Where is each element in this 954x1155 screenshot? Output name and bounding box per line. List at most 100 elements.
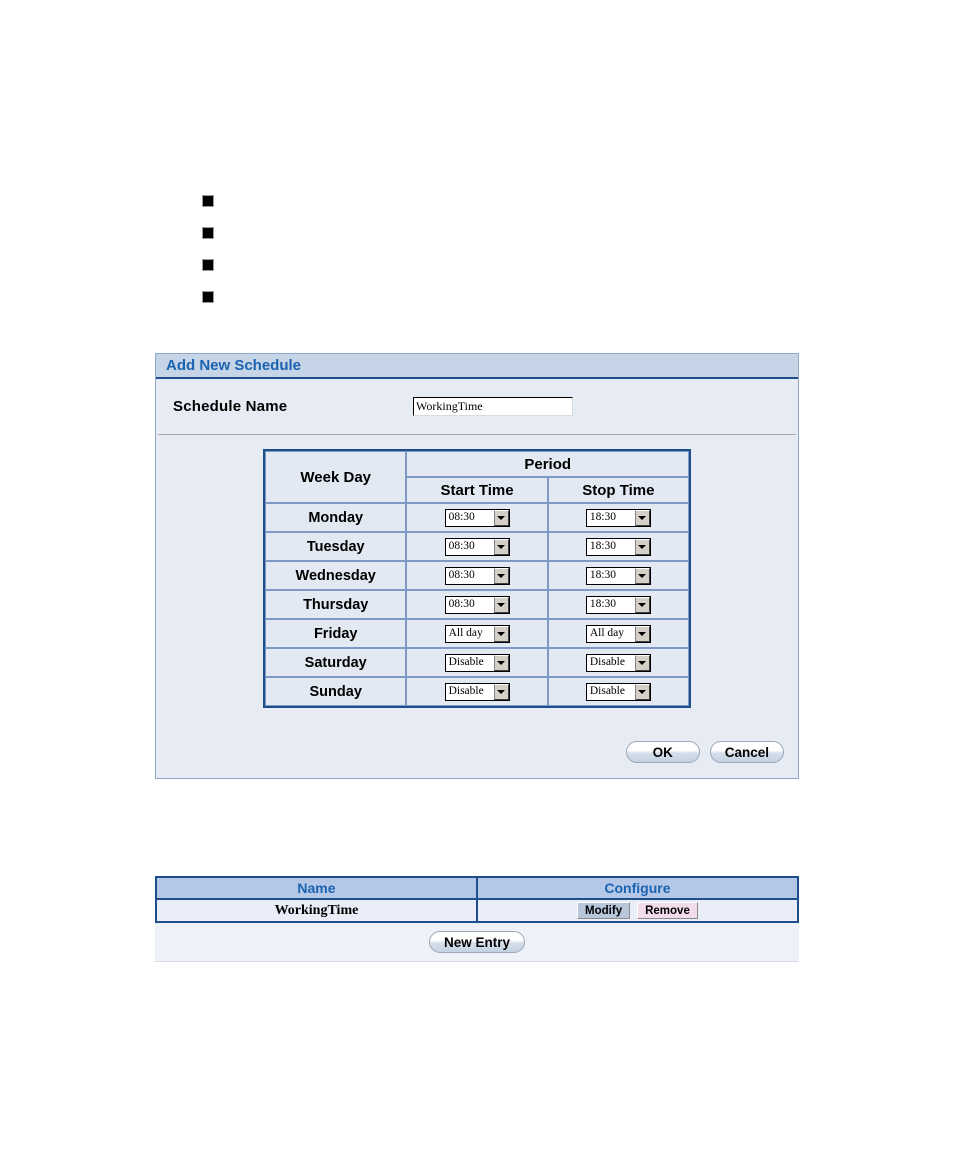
stop-time-cell-wednesday: 18:30 (547, 561, 689, 590)
stop-time-select-sunday[interactable]: Disable (585, 682, 651, 701)
schedule-name-label: Schedule Name (173, 398, 288, 415)
stop-time-cell-tuesday: 18:30 (547, 532, 689, 561)
panel-body: Schedule Name Week Day Period Start Time… (156, 379, 798, 726)
table-header-row: Week Day Period (265, 451, 689, 503)
remove-button[interactable]: Remove (637, 902, 698, 919)
stop-time-cell-friday: All day (547, 619, 689, 648)
chevron-down-icon[interactable] (634, 625, 650, 642)
page-root: Add New Schedule Schedule Name Week Day … (0, 0, 954, 1155)
table-row: Wednesday 08:30 18:30 (265, 561, 689, 590)
week-table-wrapper: Week Day Period Start Time Stop Time Mon… (156, 435, 798, 726)
select-value: 08:30 (445, 509, 494, 526)
list-footer: New Entry (155, 923, 799, 962)
chevron-down-icon[interactable] (493, 567, 509, 584)
schedule-name-input[interactable] (413, 397, 573, 416)
schedule-list-panel: Name Configure WorkingTime Modify Remove… (155, 876, 800, 962)
header-stop-time: Stop Time (547, 477, 689, 503)
start-time-cell-tuesday: 08:30 (406, 532, 548, 561)
select-value: 08:30 (445, 538, 494, 555)
table-row: Sunday Disable Disable (265, 677, 689, 706)
square-bullet-icon (202, 227, 214, 239)
chevron-down-icon[interactable] (493, 596, 509, 613)
select-value: 18:30 (586, 596, 635, 613)
panel-title: Add New Schedule (156, 354, 798, 379)
select-value: Disable (586, 654, 635, 671)
list-item (202, 185, 228, 217)
square-bullet-icon (202, 291, 214, 303)
add-new-schedule-panel: Add New Schedule Schedule Name Week Day … (155, 353, 799, 779)
chevron-down-icon[interactable] (493, 538, 509, 555)
start-time-select-saturday[interactable]: Disable (444, 653, 510, 672)
start-time-cell-monday: 08:30 (406, 503, 548, 532)
start-time-select-thursday[interactable]: 08:30 (444, 595, 510, 614)
start-time-cell-saturday: Disable (406, 648, 548, 677)
ok-button[interactable]: OK (625, 741, 700, 763)
list-cell-name: WorkingTime (155, 898, 478, 923)
header-start-time: Start Time (406, 477, 548, 503)
stop-time-select-tuesday[interactable]: 18:30 (585, 537, 651, 556)
select-value: 18:30 (586, 509, 635, 526)
table-row: Friday All day All day (265, 619, 689, 648)
chevron-down-icon[interactable] (634, 596, 650, 613)
day-label-tuesday: Tuesday (265, 532, 407, 561)
day-label-sunday: Sunday (265, 677, 407, 706)
stop-time-cell-thursday: 18:30 (547, 590, 689, 619)
select-value: All day (445, 625, 494, 642)
week-schedule-table: Week Day Period Start Time Stop Time Mon… (263, 449, 691, 708)
panel-footer: OK Cancel (156, 726, 798, 778)
header-weekday: Week Day (265, 451, 407, 503)
bullet-list (202, 185, 228, 313)
table-row: WorkingTime Modify Remove (155, 898, 800, 923)
select-value: 18:30 (586, 538, 635, 555)
square-bullet-icon (202, 195, 214, 207)
schedule-list-table: Name Configure WorkingTime Modify Remove (155, 876, 800, 923)
start-time-select-sunday[interactable]: Disable (444, 682, 510, 701)
stop-time-cell-monday: 18:30 (547, 503, 689, 532)
day-label-wednesday: Wednesday (265, 561, 407, 590)
cancel-button[interactable]: Cancel (709, 741, 784, 763)
chevron-down-icon[interactable] (493, 683, 509, 700)
select-value: 08:30 (445, 596, 494, 613)
day-label-thursday: Thursday (265, 590, 407, 619)
select-value: 08:30 (445, 567, 494, 584)
stop-time-cell-saturday: Disable (547, 648, 689, 677)
start-time-select-wednesday[interactable]: 08:30 (444, 566, 510, 585)
chevron-down-icon[interactable] (634, 683, 650, 700)
chevron-down-icon[interactable] (634, 509, 650, 526)
table-row: Saturday Disable Disable (265, 648, 689, 677)
chevron-down-icon[interactable] (493, 509, 509, 526)
start-time-select-friday[interactable]: All day (444, 624, 510, 643)
start-time-select-monday[interactable]: 08:30 (444, 508, 510, 527)
stop-time-select-thursday[interactable]: 18:30 (585, 595, 651, 614)
start-time-cell-friday: All day (406, 619, 548, 648)
list-header-name: Name (155, 876, 478, 900)
list-item (202, 217, 228, 249)
select-value: Disable (445, 654, 494, 671)
stop-time-select-monday[interactable]: 18:30 (585, 508, 651, 527)
day-label-saturday: Saturday (265, 648, 407, 677)
list-cell-configure: Modify Remove (475, 898, 800, 923)
stop-time-select-saturday[interactable]: Disable (585, 653, 651, 672)
new-entry-button[interactable]: New Entry (428, 931, 526, 953)
day-label-friday: Friday (265, 619, 407, 648)
list-item (202, 281, 228, 313)
stop-time-select-wednesday[interactable]: 18:30 (585, 566, 651, 585)
stop-time-select-friday[interactable]: All day (585, 624, 651, 643)
chevron-down-icon[interactable] (493, 654, 509, 671)
table-row: Thursday 08:30 18:30 (265, 590, 689, 619)
square-bullet-icon (202, 259, 214, 271)
start-time-select-tuesday[interactable]: 08:30 (444, 537, 510, 556)
start-time-cell-wednesday: 08:30 (406, 561, 548, 590)
table-header-row: Name Configure (155, 876, 800, 900)
select-value: 18:30 (586, 567, 635, 584)
list-item (202, 249, 228, 281)
chevron-down-icon[interactable] (634, 654, 650, 671)
select-value: Disable (445, 683, 494, 700)
table-row: Monday 08:30 18:30 (265, 503, 689, 532)
start-time-cell-sunday: Disable (406, 677, 548, 706)
schedule-name-row: Schedule Name (156, 379, 798, 434)
chevron-down-icon[interactable] (493, 625, 509, 642)
chevron-down-icon[interactable] (634, 538, 650, 555)
modify-button[interactable]: Modify (577, 902, 631, 919)
chevron-down-icon[interactable] (634, 567, 650, 584)
